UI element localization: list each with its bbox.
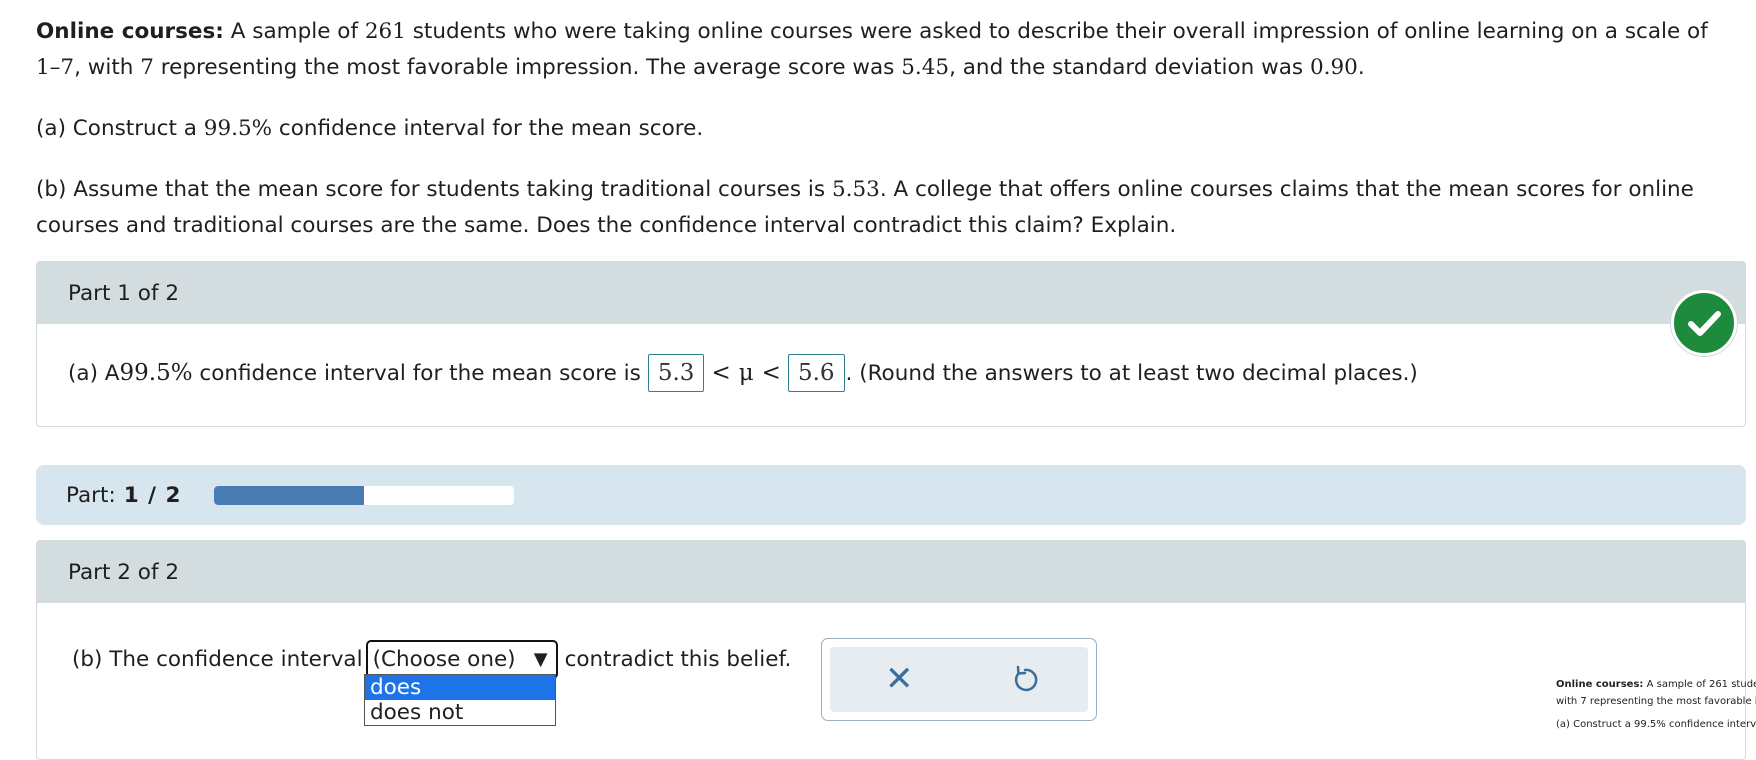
traditional-mean: 5.53 (831, 177, 880, 202)
less-than-symbol: < (711, 360, 731, 386)
part2-title: Part 2 of 2 (68, 559, 180, 585)
progress-value: 1 / 2 (123, 482, 182, 508)
part1-panel: Part 1 of 2 (a) A 99.5% confidence inter… (36, 261, 1746, 427)
question-a-text: confidence interval for the mean score. (272, 116, 704, 141)
part1-answer-row: (a) A 99.5% confidence interval for the … (68, 354, 1418, 392)
part1-confidence-level: 99.5% (119, 360, 193, 386)
x-icon[interactable]: ✕ (885, 657, 914, 701)
intro-text: , and the standard deviation was (949, 55, 1310, 80)
answer-actions: ✕ (821, 638, 1097, 721)
confidence-level: 99.5% (203, 116, 273, 141)
lower-bound-input[interactable]: 5.3 (647, 354, 705, 392)
problem-statement: Online courses: A sample of 261 students… (36, 14, 1736, 269)
upper-bound-input[interactable]: 5.6 (787, 354, 845, 392)
question-a-text: (a) Construct a (36, 116, 204, 141)
progress-bar (214, 486, 514, 505)
option-does-not[interactable]: does not (365, 700, 555, 725)
intro-text: A sample of (223, 19, 365, 44)
answer-actions-inner: ✕ (830, 647, 1088, 712)
part1-header: Part 1 of 2 (37, 262, 1745, 324)
progress-bar-fill (214, 486, 364, 505)
select-value: (Choose one) (372, 647, 516, 672)
thumbnail-line: Online courses: A sample of 261 students… (1556, 676, 1756, 710)
option-does[interactable]: does (365, 675, 555, 700)
part2-text: (b) The confidence interval (72, 647, 363, 672)
mu-symbol: μ (738, 360, 754, 386)
thumbnail-line: (a) Construct a 99.5% confidence interva… (1556, 716, 1756, 733)
question-b: (b) Assume that the mean score for stude… (36, 172, 1736, 244)
sample-size: 261 (364, 19, 406, 44)
checkmark-icon (1671, 290, 1737, 356)
thumbnail-text: (a) Construct a 99.5% confidence interva… (1556, 719, 1756, 730)
problem-intro: Online courses: A sample of 261 students… (36, 14, 1736, 86)
part1-text: (a) A (68, 360, 120, 386)
sample-mean: 5.45 (901, 55, 950, 80)
scale-range: 1–7 (36, 55, 75, 80)
progress-panel: Part: 1 / 2 (36, 465, 1746, 525)
problem-heading: Online courses: (36, 19, 224, 44)
less-than-symbol: < (761, 360, 781, 386)
intro-text: , with (74, 55, 141, 80)
scale-max: 7 (140, 55, 154, 80)
progress-label: Part: (66, 482, 116, 508)
standard-deviation: 0.90 (1309, 55, 1358, 80)
rounding-instruction: . (Round the answers to at least two dec… (845, 360, 1418, 386)
thumbnail-preview[interactable]: Online courses: A sample of 261 students… (1556, 676, 1756, 739)
question-a: (a) Construct a 99.5% confidence interva… (36, 111, 1736, 147)
part1-title: Part 1 of 2 (68, 280, 180, 306)
thumbnail-text: with 7 representing the most favorable i… (1556, 696, 1756, 707)
undo-icon[interactable] (1008, 662, 1042, 696)
thumbnail-heading: Online courses: (1556, 679, 1644, 690)
part2-text: contradict this belief. (564, 647, 792, 672)
intro-text: representing the most favorable impressi… (153, 55, 902, 80)
part2-header: Part 2 of 2 (37, 541, 1745, 603)
chevron-down-icon: ▼ (533, 649, 548, 670)
thumbnail-text: A sample of 261 students (1646, 679, 1756, 690)
intro-text: students who were taking online courses … (405, 19, 1708, 44)
intro-text: . (1357, 55, 1365, 80)
part1-text: confidence interval for the mean score i… (192, 360, 641, 386)
question-b-text: (b) Assume that the mean score for stude… (36, 177, 832, 202)
select-dropdown-list: does does not (364, 674, 556, 726)
